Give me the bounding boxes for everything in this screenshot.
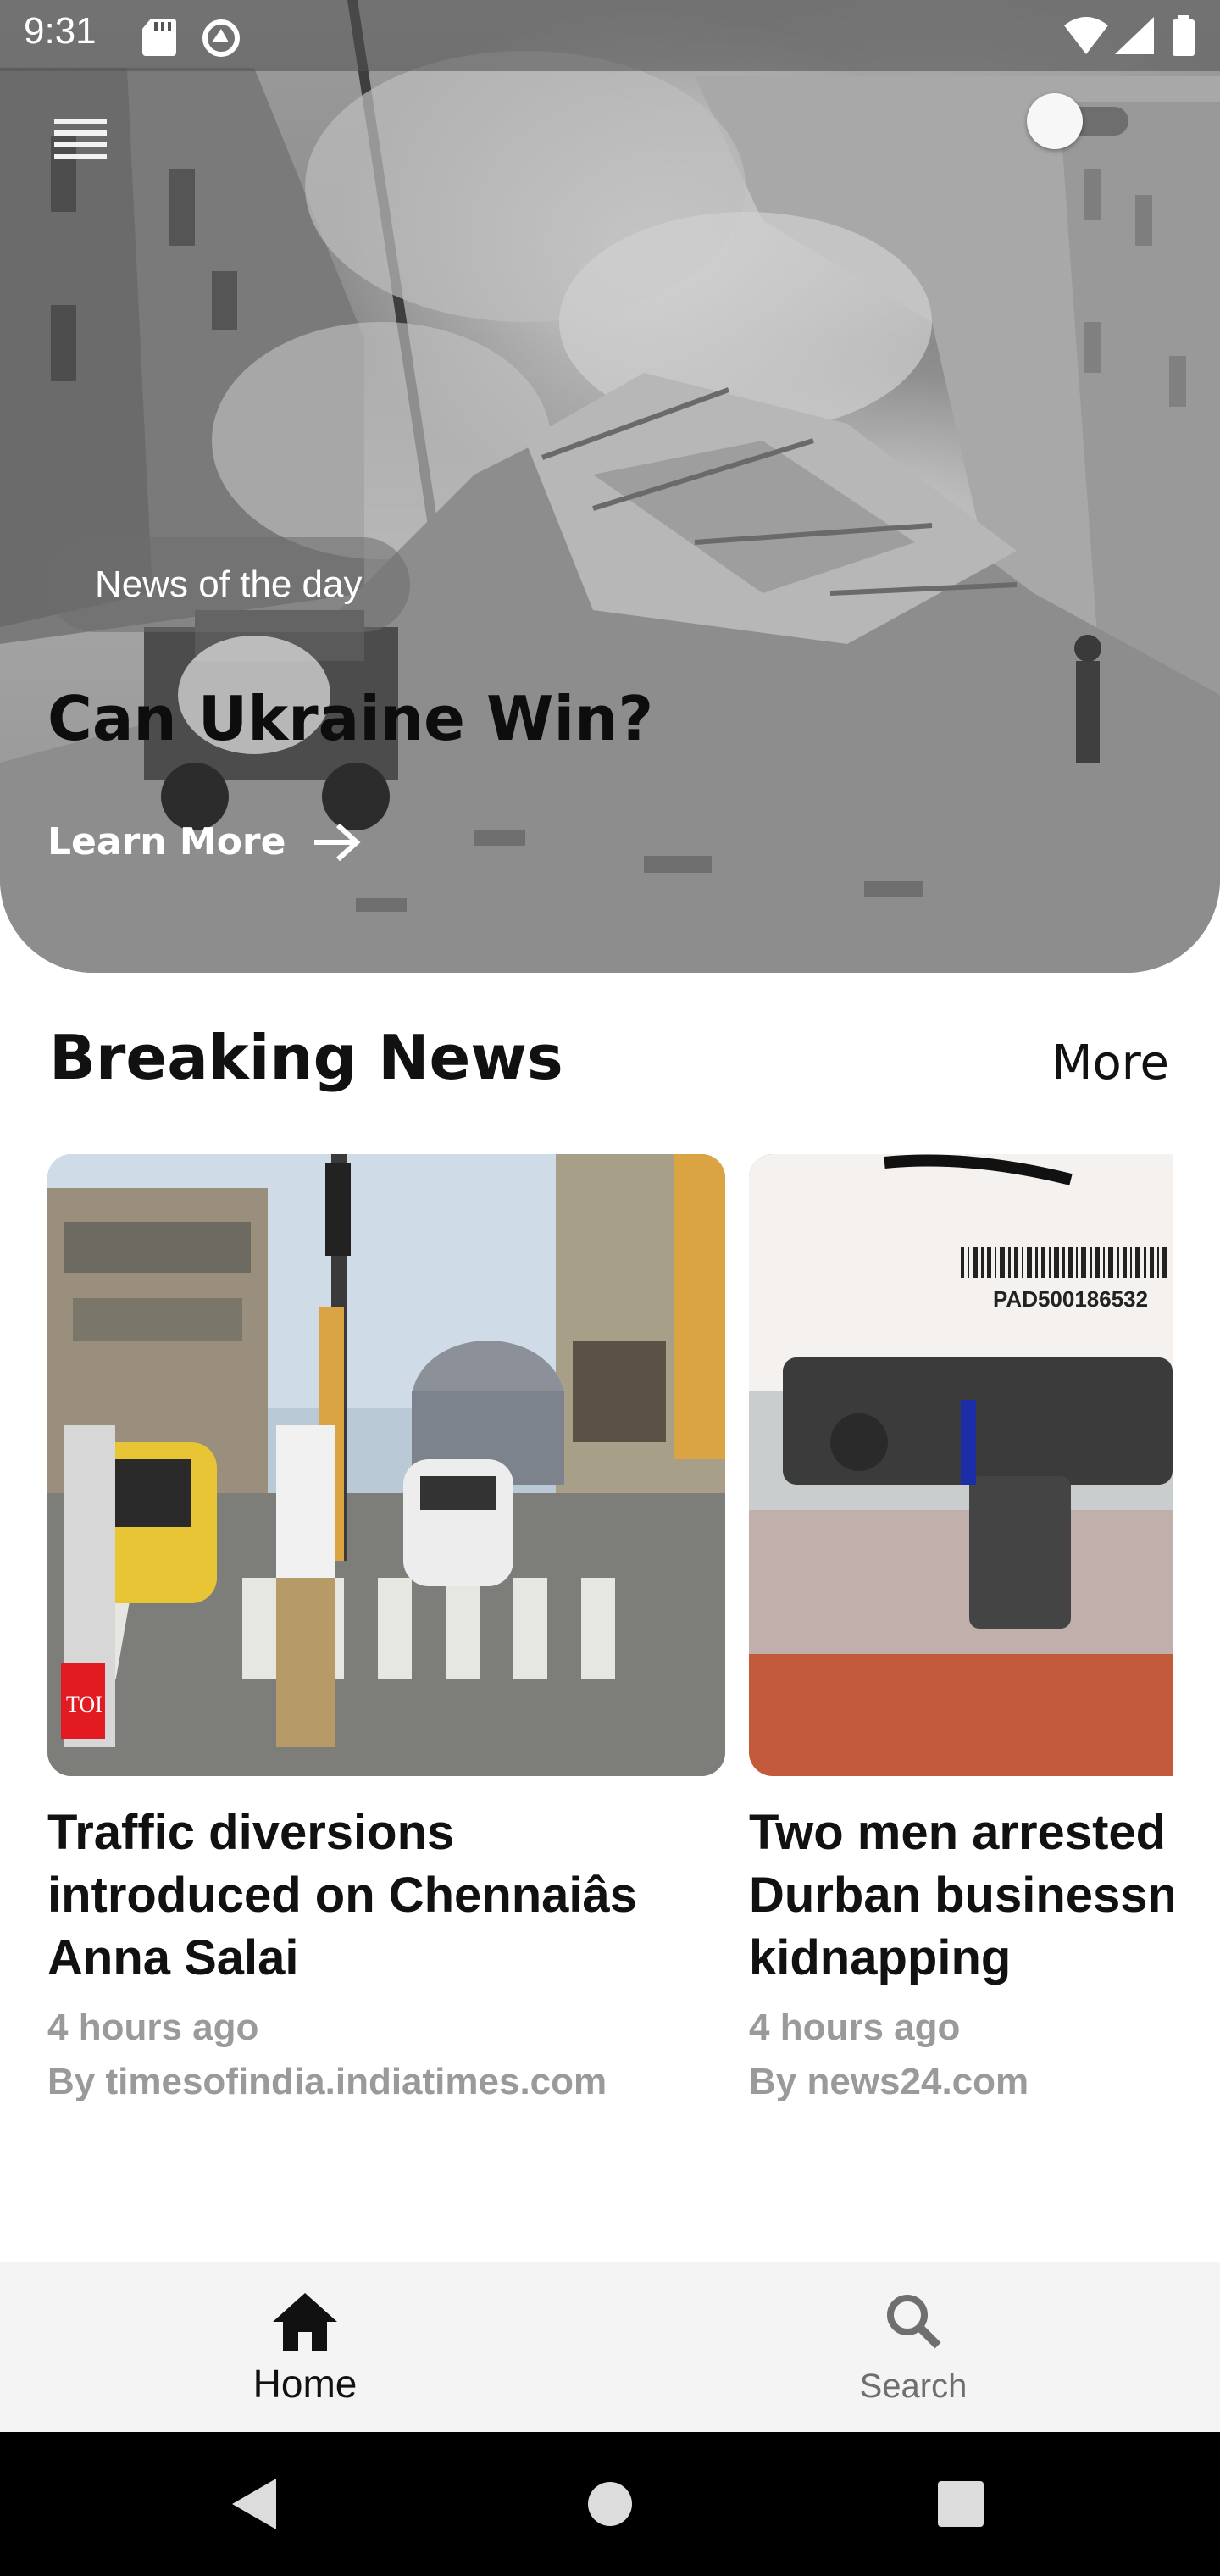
bottom-navigation: Home Search bbox=[0, 2262, 1220, 2432]
more-link[interactable]: More bbox=[1051, 1035, 1169, 1091]
news-home-screen: 9:31 News of the day Can Ukraine Win? Le… bbox=[0, 0, 1220, 2576]
news-card-title: Two men arrested Durban businessn kidnap… bbox=[749, 1805, 1173, 1985]
news-card-image: PAD500186532 bbox=[749, 1154, 1173, 1776]
news-card-time: 4 hours ago bbox=[749, 2007, 961, 2048]
nav-label-search: Search bbox=[859, 2368, 968, 2405]
system-navigation-bar bbox=[0, 2432, 1220, 2576]
battery-icon bbox=[1173, 15, 1195, 56]
recents-square-icon bbox=[938, 2481, 984, 2527]
hero-banner[interactable]: 9:31 News of the day Can Ukraine Win? Le… bbox=[0, 0, 1220, 973]
arrow-right-icon bbox=[314, 823, 361, 861]
news-of-the-day-tag: News of the day bbox=[47, 537, 410, 632]
breaking-news-heading: Breaking News bbox=[49, 1022, 563, 1093]
theme-toggle[interactable] bbox=[1027, 93, 1135, 149]
sd-card-icon bbox=[142, 19, 176, 56]
home-icon bbox=[273, 2293, 337, 2351]
nav-label-home: Home bbox=[252, 2362, 358, 2406]
news-card-image: TOI bbox=[47, 1154, 725, 1776]
news-card-title: Traffic diversions introduced on Chennai… bbox=[47, 1805, 638, 1985]
news-card[interactable]: TOI Traffic diversions introduced on Che… bbox=[47, 1154, 725, 2103]
learn-more-link[interactable]: Learn More bbox=[47, 820, 362, 863]
menu-icon[interactable] bbox=[54, 119, 107, 164]
home-button[interactable] bbox=[559, 2432, 661, 2576]
wifi-icon bbox=[1064, 17, 1108, 54]
hero-headline: Can Ukraine Win? bbox=[47, 683, 654, 754]
news-card-source: By news24.com bbox=[749, 2061, 1029, 2102]
recents-button[interactable] bbox=[910, 2432, 1012, 2576]
learn-more-label: Learn More bbox=[47, 820, 286, 863]
evidence-label-code: PAD500186532 bbox=[993, 1286, 1148, 1312]
search-icon bbox=[887, 2295, 941, 2349]
back-triangle-icon bbox=[232, 2479, 276, 2529]
status-bar: 9:31 bbox=[0, 0, 1220, 71]
news-card[interactable]: PAD500186532 Two men arrested Durban bus… bbox=[749, 1154, 1173, 2103]
news-card-clip: PAD500186532 Two men arrested Durban bus… bbox=[749, 1154, 1173, 2137]
cell-signal-icon bbox=[1115, 17, 1154, 54]
nav-item-home[interactable]: Home bbox=[152, 2262, 458, 2432]
news-card-source: By timesofindia.indiatimes.com bbox=[47, 2061, 607, 2102]
data-saver-icon bbox=[202, 19, 240, 57]
toi-badge-text: TOI bbox=[66, 1692, 103, 1717]
status-time: 9:31 bbox=[24, 10, 97, 52]
back-button[interactable] bbox=[203, 2432, 305, 2576]
news-card-time: 4 hours ago bbox=[47, 2007, 259, 2048]
home-circle-icon bbox=[588, 2482, 632, 2526]
nav-item-search[interactable]: Search bbox=[761, 2262, 1066, 2432]
